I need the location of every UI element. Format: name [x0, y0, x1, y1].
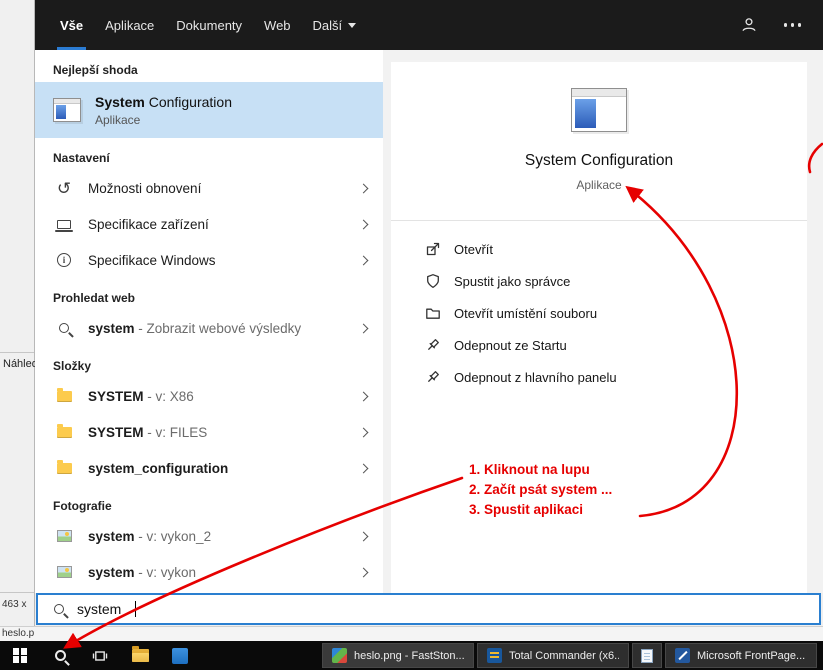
chevron-right-icon[interactable] [359, 255, 369, 265]
photo-icon [53, 566, 75, 578]
system-configuration-icon [53, 98, 81, 122]
result-specifikace-zarizeni[interactable]: Specifikace zařízení [35, 206, 383, 242]
windows-logo-icon [13, 648, 28, 663]
chevron-right-icon[interactable] [359, 427, 369, 437]
chevron-right-icon[interactable] [359, 567, 369, 577]
user-icon[interactable] [740, 16, 758, 34]
chevron-right-icon[interactable] [359, 219, 369, 229]
best-match-subtitle: Aplikace [95, 113, 232, 127]
open-icon [425, 241, 441, 257]
chevron-right-icon[interactable] [359, 463, 369, 473]
search-filter-tabs: Vše Aplikace Dokumenty Web Další [35, 0, 823, 50]
taskbar-app-frontpage[interactable]: Microsoft FrontPage... [665, 643, 817, 668]
tab-vse[interactable]: Vše [60, 0, 83, 50]
divider [391, 220, 807, 221]
result-photo-vykon[interactable]: system - v: vykon [35, 554, 383, 590]
folder-icon [53, 463, 75, 474]
action-open[interactable]: Otevřít [391, 233, 807, 265]
admin-shield-icon [425, 273, 441, 289]
best-match-result[interactable]: System Configuration Aplikace [35, 82, 383, 138]
task-view-icon [92, 648, 108, 664]
unpin-taskbar-icon [425, 369, 441, 385]
action-unpin-from-taskbar[interactable]: Odepnout z hlavního panelu [391, 361, 807, 393]
chevron-right-icon[interactable] [359, 531, 369, 541]
folder-icon [53, 391, 75, 402]
tab-dokumenty[interactable]: Dokumenty [176, 0, 242, 50]
taskbar-app-notepad[interactable] [632, 643, 662, 668]
photo-icon [53, 530, 75, 542]
annotation-step-3: 3. Spustit aplikaci [469, 500, 612, 520]
result-specifikace-windows[interactable]: Specifikace Windows [35, 242, 383, 278]
header-icons [740, 0, 802, 50]
preview-label: Náhled [3, 358, 38, 370]
section-settings: Nastavení [35, 138, 383, 170]
result-folder-system-files[interactable]: SYSTEM - v: FILES [35, 414, 383, 450]
tab-dalsi[interactable]: Další [313, 0, 357, 50]
laptop-icon [53, 220, 75, 229]
section-photos: Fotografie [35, 486, 383, 518]
taskbar-app-faststone[interactable]: heslo.png - FastSton... [322, 643, 474, 668]
chevron-down-icon [348, 23, 356, 28]
search-query-text: system [77, 601, 121, 617]
detail-title: System Configuration [391, 152, 807, 170]
tab-web[interactable]: Web [264, 0, 291, 50]
result-moznosti-obnoveni[interactable]: Možnosti obnovení [35, 170, 383, 206]
search-input[interactable]: system [36, 593, 821, 625]
action-open-file-location[interactable]: Otevřít umístění souboru [391, 297, 807, 329]
taskbar: heslo.png - FastSton... Total Commander … [0, 641, 823, 670]
background-app-strip: Náhled 463 x [0, 0, 35, 626]
annotation-steps: 1. Kliknout na lupu 2. Začít psát system… [469, 460, 612, 520]
result-photo-vykon2[interactable]: system - v: vykon_2 [35, 518, 383, 554]
search-icon [55, 650, 66, 661]
annotation-step-2: 2. Začít psát system ... [469, 480, 612, 500]
task-view-button[interactable] [80, 641, 120, 670]
chevron-right-icon[interactable] [359, 183, 369, 193]
recovery-icon [53, 180, 75, 197]
result-detail-panel: System Configuration Aplikace Otevřít Sp… [391, 62, 807, 593]
folder-icon [132, 649, 149, 662]
action-unpin-from-start[interactable]: Odepnout ze Startu [391, 329, 807, 361]
section-best-match: Nejlepší shoda [35, 50, 383, 82]
detail-subtitle: Aplikace [391, 178, 807, 192]
action-run-as-admin[interactable]: Spustit jako správce [391, 265, 807, 297]
file-explorer-button[interactable] [120, 641, 160, 670]
system-configuration-icon-large [571, 88, 627, 132]
folder-location-icon [425, 305, 441, 321]
screenshot-root: Náhled 463 x Vše Aplikace Dokumenty Web … [0, 0, 823, 670]
background-status-strip: heslo.p [0, 626, 823, 641]
action-list: Otevřít Spustit jako správce Otevřít umí… [391, 233, 807, 393]
result-web-search[interactable]: system - Zobrazit webové výsledky [35, 310, 383, 346]
folder-icon [53, 427, 75, 438]
chevron-right-icon[interactable] [359, 391, 369, 401]
search-header: Vše Aplikace Dokumenty Web Další [35, 0, 823, 50]
search-icon [53, 323, 75, 333]
frontpage-icon [675, 648, 690, 663]
taskbar-running-apps: heslo.png - FastSton... Total Commander … [322, 641, 817, 670]
annotation-step-1: 1. Kliknout na lupu [469, 460, 612, 480]
section-folders: Složky [35, 346, 383, 378]
info-icon [53, 253, 75, 267]
result-folder-system-configuration[interactable]: system_configuration [35, 450, 383, 486]
best-match-title: System Configuration [95, 94, 232, 110]
start-button[interactable] [0, 641, 40, 670]
faststone-icon [332, 648, 347, 663]
file-name-label: heslo.p [2, 628, 34, 639]
chevron-right-icon[interactable] [359, 323, 369, 333]
image-size-label: 463 x [2, 599, 26, 610]
result-folder-system-x86[interactable]: SYSTEM - v: X86 [35, 378, 383, 414]
section-web: Prohledat web [35, 278, 383, 310]
text-caret [135, 601, 136, 617]
search-icon [54, 604, 64, 614]
tab-aplikace[interactable]: Aplikace [105, 0, 154, 50]
notepad-icon [641, 649, 653, 663]
search-results-panel: Nejlepší shoda System Configuration Apli… [35, 50, 383, 593]
pinned-blue-app-button[interactable] [160, 641, 200, 670]
total-commander-icon [487, 648, 502, 663]
taskbar-app-icon-blue [172, 648, 188, 664]
taskbar-search-button[interactable] [40, 641, 80, 670]
taskbar-app-total-commander[interactable]: Total Commander (x6... [477, 643, 629, 668]
more-options-icon[interactable] [784, 23, 788, 27]
unpin-start-icon [425, 337, 441, 353]
